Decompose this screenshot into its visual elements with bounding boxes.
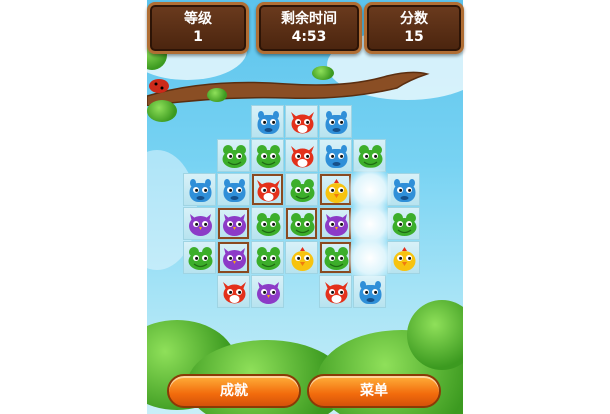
game-board — [183, 105, 421, 309]
yellow-creature-icon — [393, 247, 416, 271]
board-tile[interactable] — [387, 207, 420, 240]
tree-branch — [147, 71, 430, 106]
board-tile[interactable] — [183, 241, 216, 274]
board-tile[interactable] — [319, 207, 352, 240]
board-tile[interactable] — [285, 105, 318, 138]
board-tile[interactable] — [217, 139, 250, 172]
board-tile[interactable] — [251, 275, 284, 308]
blue-creature-icon — [325, 145, 348, 168]
board-tile[interactable] — [217, 173, 250, 206]
board-tile[interactable] — [285, 241, 318, 274]
blue-creature-icon — [189, 179, 212, 202]
time-panel: 剩余时间 4:53 — [256, 2, 362, 54]
red-creature-icon — [291, 146, 314, 168]
green-creature-icon — [256, 145, 281, 168]
board-tile[interactable] — [319, 139, 352, 172]
green-creature-icon — [256, 213, 281, 236]
blue-creature-icon — [393, 179, 416, 202]
board-tile[interactable] — [251, 241, 284, 274]
board-tile[interactable] — [251, 173, 284, 206]
board-tile[interactable] — [285, 207, 318, 240]
red-creature-icon — [223, 282, 246, 304]
green-creature-icon — [256, 247, 281, 270]
green-creature-icon — [188, 247, 213, 270]
board-tile[interactable] — [217, 241, 250, 274]
board-tile[interactable] — [183, 207, 216, 240]
green-creature-icon — [392, 213, 417, 236]
leaf-cluster — [207, 88, 227, 102]
blue-creature-icon — [257, 111, 280, 134]
red-creature-icon — [291, 112, 314, 134]
green-creature-icon — [358, 145, 383, 168]
purple-creature-icon — [189, 214, 212, 236]
leaf-cluster — [147, 100, 177, 122]
board-tile[interactable] — [251, 207, 284, 240]
red-creature-icon — [257, 180, 280, 202]
board-tile[interactable] — [217, 275, 250, 308]
board-tile[interactable] — [319, 173, 352, 206]
green-creature-icon — [324, 247, 349, 270]
achievements-button[interactable]: 成就 — [167, 374, 301, 408]
board-tile[interactable] — [183, 173, 216, 206]
score-value: 15 — [404, 29, 424, 45]
blue-creature-icon — [223, 179, 246, 202]
score-panel: 分数 15 — [364, 2, 464, 54]
board-tile[interactable] — [319, 241, 352, 274]
blue-creature-icon — [325, 111, 348, 134]
board-tile[interactable] — [285, 173, 318, 206]
level-panel: 等级 1 — [147, 2, 249, 54]
board-tile[interactable] — [217, 207, 250, 240]
purple-creature-icon — [257, 282, 280, 304]
time-value: 4:53 — [291, 29, 327, 45]
menu-button[interactable]: 菜单 — [307, 374, 441, 408]
green-creature-icon — [290, 179, 315, 202]
ice-burst-effect — [349, 235, 391, 281]
level-value: 1 — [193, 29, 203, 45]
time-label: 剩余时间 — [281, 11, 337, 27]
yellow-creature-icon — [291, 247, 314, 271]
green-creature-icon — [290, 213, 315, 236]
ladybug-icon — [149, 79, 169, 93]
board-tile[interactable] — [285, 139, 318, 172]
blue-creature-icon — [359, 281, 382, 304]
purple-creature-icon — [223, 214, 246, 236]
board-tile[interactable] — [251, 139, 284, 172]
board-tile[interactable] — [319, 105, 352, 138]
purple-creature-icon — [325, 214, 348, 236]
board-tile[interactable] — [251, 105, 284, 138]
purple-creature-icon — [223, 248, 246, 270]
level-label: 等级 — [184, 11, 212, 27]
board-tile[interactable] — [319, 275, 352, 308]
green-creature-icon — [222, 145, 247, 168]
leaf-cluster — [312, 66, 334, 80]
board-tile[interactable] — [387, 241, 420, 274]
score-label: 分数 — [400, 11, 428, 27]
board-tile[interactable] — [387, 173, 420, 206]
yellow-creature-icon — [325, 179, 348, 203]
red-creature-icon — [325, 282, 348, 304]
